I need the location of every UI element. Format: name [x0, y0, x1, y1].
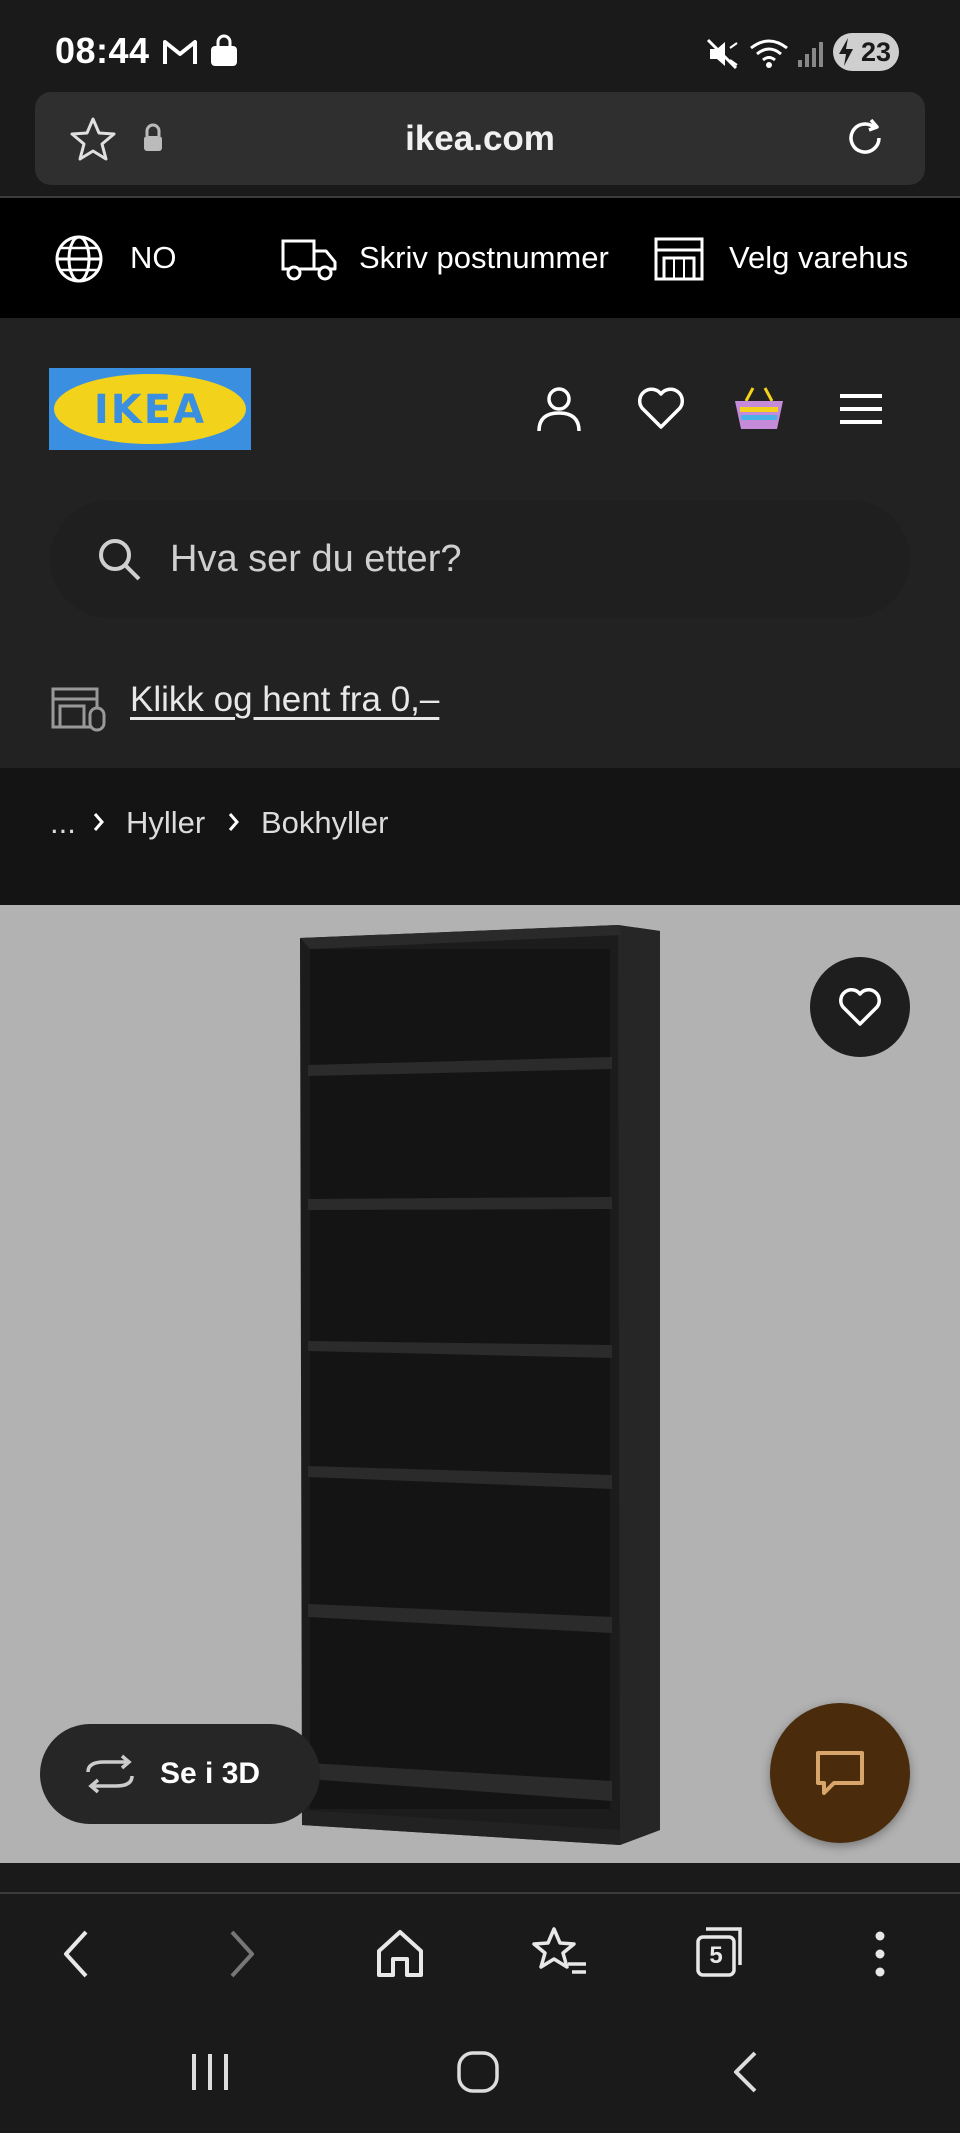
wifi-icon [748, 36, 790, 70]
breadcrumb-item[interactable]: Bokhyller [261, 768, 389, 878]
tab-count: 5 [709, 1942, 723, 1969]
url-bar[interactable]: ikea.com [35, 92, 925, 185]
click-collect-icon [50, 686, 108, 734]
chevron-right-icon [92, 810, 106, 834]
back-icon[interactable] [60, 1928, 92, 1980]
reload-icon[interactable] [841, 114, 889, 162]
charging-icon [836, 36, 856, 68]
url-text[interactable]: ikea.com [35, 92, 925, 185]
system-navigation-bar [0, 2014, 960, 2133]
postcode-link[interactable]: Skriv postnummer [359, 198, 609, 318]
chevron-right-icon [227, 810, 241, 834]
heart-icon [837, 986, 883, 1028]
system-back-icon[interactable] [730, 2050, 760, 2094]
lock-icon [141, 122, 165, 154]
bookmark-star-icon[interactable] [69, 116, 117, 162]
breadcrumb-item[interactable]: Hyller [126, 768, 205, 878]
rotate-3d-icon [82, 1754, 138, 1794]
favorites-heart-icon[interactable] [636, 385, 686, 431]
breadcrumb: ... Hyller Bokhyller [0, 768, 960, 905]
click-and-collect-link[interactable]: Klikk og hent fra 0,– [130, 680, 439, 720]
status-time: 08:44 [55, 30, 150, 71]
shopping-bag-icon [208, 34, 240, 68]
gmail-icon [162, 38, 198, 66]
hamburger-menu-icon[interactable] [838, 390, 884, 428]
tabs-icon[interactable]: 5 [694, 1925, 746, 1979]
globe-icon[interactable] [53, 233, 105, 285]
favorite-button[interactable] [810, 957, 910, 1057]
search-bar[interactable]: Hva ser du etter? [50, 500, 910, 618]
forward-icon[interactable] [226, 1928, 258, 1980]
chat-button[interactable] [770, 1703, 910, 1843]
signal-icon [796, 40, 826, 68]
page-content-edge [0, 1863, 960, 1893]
view-in-3d-label[interactable]: Se i 3D [160, 1724, 260, 1824]
logo-text: IKEA [94, 387, 206, 433]
chat-icon [814, 1749, 866, 1799]
mute-icon [706, 38, 740, 70]
more-options-icon[interactable] [870, 1930, 890, 1978]
browser-bottom-nav: 5 [0, 1894, 960, 2014]
top-utility-strip: NO Skriv postnummer Velg varehus [0, 198, 960, 318]
search-input[interactable]: Hva ser du etter? [170, 500, 461, 618]
delivery-truck-icon [280, 235, 338, 283]
breadcrumb-ellipsis[interactable]: ... [50, 768, 76, 878]
account-icon[interactable] [533, 383, 585, 435]
country-selector[interactable]: NO [130, 198, 177, 318]
store-icon [653, 236, 705, 282]
bookmarks-icon[interactable] [532, 1926, 588, 1980]
view-in-3d-button[interactable]: Se i 3D [40, 1724, 320, 1824]
store-selector[interactable]: Velg varehus [729, 198, 908, 318]
home-icon[interactable] [374, 1927, 426, 1979]
search-icon[interactable] [96, 536, 142, 582]
recent-apps-icon[interactable] [188, 2052, 232, 2092]
shopping-basket-icon[interactable] [732, 383, 786, 433]
ikea-logo[interactable]: IKEA [49, 368, 251, 450]
system-home-icon[interactable] [456, 2050, 500, 2094]
